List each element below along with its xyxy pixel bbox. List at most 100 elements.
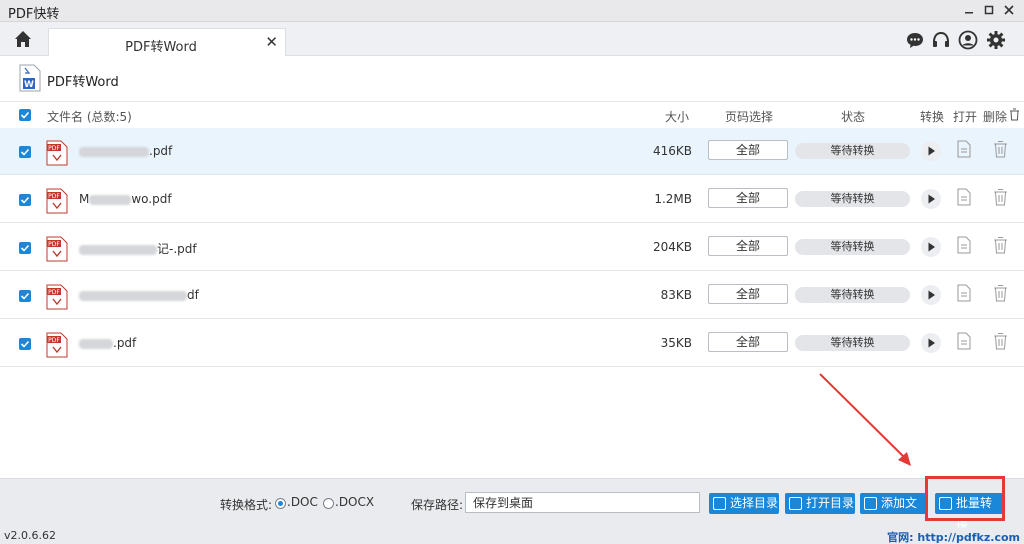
header-delete: 删除 bbox=[983, 110, 1008, 124]
chat-icon[interactable] bbox=[905, 30, 925, 50]
save-icon bbox=[713, 497, 726, 510]
select-all-checkbox[interactable] bbox=[19, 109, 31, 121]
maximize-icon[interactable] bbox=[980, 2, 998, 20]
minimize-icon[interactable] bbox=[960, 2, 978, 20]
delete-row-icon[interactable] bbox=[993, 140, 1008, 158]
open-file-icon[interactable] bbox=[957, 188, 971, 206]
svg-text:PDF: PDF bbox=[48, 241, 60, 248]
file-size: 204KB bbox=[652, 240, 692, 254]
delete-all-icon[interactable] bbox=[1009, 108, 1020, 124]
status-badge: 等待转换 bbox=[795, 287, 910, 303]
table-row[interactable]: PDF df 83KB 全部 等待转换 bbox=[0, 272, 1024, 319]
open-file-icon[interactable] bbox=[957, 236, 971, 254]
page-select-button[interactable]: 全部 bbox=[708, 284, 788, 304]
list-header: 文件名 (总数:5) 大小 页码选择 状态 转换 打开 删除 bbox=[0, 102, 1024, 128]
pdf-file-icon: PDF bbox=[46, 284, 68, 310]
pdf-file-icon: PDF bbox=[46, 140, 68, 166]
add-file-button[interactable]: 添加文件 bbox=[860, 493, 926, 514]
redacted-text bbox=[79, 146, 149, 157]
home-icon[interactable] bbox=[12, 28, 34, 50]
tab-bar: PDF转Word ✕ bbox=[0, 22, 1024, 56]
pdf-file-icon: PDF bbox=[46, 188, 68, 214]
file-name: 记-.pdf bbox=[79, 240, 197, 257]
format-doc-label[interactable]: .DOC bbox=[287, 495, 318, 509]
delete-row-icon[interactable] bbox=[993, 236, 1008, 254]
open-file-icon[interactable] bbox=[957, 332, 971, 350]
gear-icon[interactable] bbox=[986, 30, 1006, 50]
convert-play-icon[interactable] bbox=[921, 285, 941, 305]
headset-icon[interactable] bbox=[931, 30, 951, 50]
row-checkbox[interactable] bbox=[19, 146, 31, 158]
row-checkbox[interactable] bbox=[19, 290, 31, 302]
choose-dir-button[interactable]: 选择目录 bbox=[709, 493, 779, 514]
row-checkbox[interactable] bbox=[19, 242, 31, 254]
file-name: df bbox=[79, 288, 199, 302]
row-checkbox[interactable] bbox=[19, 194, 31, 206]
close-icon[interactable] bbox=[1000, 2, 1018, 20]
svg-text:PDF: PDF bbox=[48, 337, 60, 344]
open-file-icon[interactable] bbox=[957, 284, 971, 302]
page-select-button[interactable]: 全部 bbox=[708, 236, 788, 256]
redacted-text bbox=[79, 244, 157, 255]
file-size: 35KB bbox=[660, 336, 692, 350]
user-icon[interactable] bbox=[958, 30, 978, 50]
header-open: 打开 bbox=[953, 110, 978, 124]
file-size: 1.2MB bbox=[654, 192, 692, 206]
delete-row-icon[interactable] bbox=[993, 284, 1008, 302]
delete-row-icon[interactable] bbox=[993, 188, 1008, 206]
choose-dir-label: 选择目录 bbox=[730, 496, 779, 510]
page-select-button[interactable]: 全部 bbox=[708, 332, 788, 352]
convert-play-icon[interactable] bbox=[921, 141, 941, 161]
open-file-icon[interactable] bbox=[957, 140, 971, 158]
tab-pdf-to-word[interactable]: PDF转Word ✕ bbox=[48, 28, 286, 56]
status-badge: 等待转换 bbox=[795, 335, 910, 351]
save-path-input[interactable] bbox=[465, 492, 700, 513]
redacted-text bbox=[89, 194, 132, 205]
table-row[interactable]: PDF Mwo.pdf 1.2MB 全部 等待转换 bbox=[0, 176, 1024, 223]
table-row[interactable]: PDF 记-.pdf 204KB 全部 等待转换 bbox=[0, 224, 1024, 271]
open-dir-label: 打开目录 bbox=[806, 496, 855, 510]
status-badge: 等待转换 bbox=[795, 143, 910, 159]
format-docx-label[interactable]: .DOCX bbox=[335, 495, 374, 509]
file-size: 83KB bbox=[660, 288, 692, 302]
header-pages: 页码选择 bbox=[725, 110, 774, 124]
convert-play-icon[interactable] bbox=[921, 189, 941, 209]
convert-play-icon[interactable] bbox=[921, 237, 941, 257]
file-name-prefix: M bbox=[79, 192, 90, 206]
version-text: v2.0.6.62 bbox=[4, 529, 56, 542]
convert-play-icon[interactable] bbox=[921, 333, 941, 353]
svg-text:PDF: PDF bbox=[48, 145, 60, 152]
table-row[interactable]: PDF .pdf 35KB 全部 等待转换 bbox=[0, 320, 1024, 367]
file-name-suffix: df bbox=[187, 288, 199, 302]
table-row[interactable]: PDF .pdf 416KB 全部 等待转换 bbox=[0, 128, 1024, 175]
tab-label: PDF转Word bbox=[125, 40, 197, 55]
file-name: .pdf bbox=[79, 336, 136, 350]
page-header: W PDF转Word bbox=[0, 56, 1024, 102]
page-title: PDF转Word bbox=[47, 75, 119, 90]
highlight-box bbox=[925, 476, 1005, 521]
pdf-file-icon: PDF bbox=[46, 236, 68, 262]
open-dir-button[interactable]: 打开目录 bbox=[785, 493, 855, 514]
status-badge: 等待转换 bbox=[795, 191, 910, 207]
page-select-button[interactable]: 全部 bbox=[708, 140, 788, 160]
format-doc-radio[interactable] bbox=[275, 498, 286, 509]
row-checkbox[interactable] bbox=[19, 338, 31, 350]
file-name-suffix: 记-.pdf bbox=[157, 242, 197, 256]
header-status: 状态 bbox=[841, 110, 866, 124]
file-name-suffix: .pdf bbox=[113, 336, 137, 350]
header-size: 大小 bbox=[665, 110, 690, 124]
website-link[interactable]: 官网: http://pdfkz.com bbox=[887, 529, 1020, 544]
file-name-suffix: .pdf bbox=[149, 144, 173, 158]
add-file-label: 添加文件 bbox=[881, 496, 918, 510]
title-bar: PDF快转 bbox=[0, 0, 1024, 22]
svg-text:W: W bbox=[24, 80, 34, 90]
format-docx-radio[interactable] bbox=[323, 498, 334, 509]
delete-row-icon[interactable] bbox=[993, 332, 1008, 350]
status-badge: 等待转换 bbox=[795, 239, 910, 255]
format-label: 转换格式: bbox=[220, 498, 273, 512]
tab-close-icon[interactable]: ✕ bbox=[265, 33, 278, 51]
status-bar: v2.0.6.62 官网: http://pdfkz.com bbox=[0, 528, 1024, 544]
page-select-button[interactable]: 全部 bbox=[708, 188, 788, 208]
redacted-text bbox=[79, 290, 187, 301]
svg-text:PDF: PDF bbox=[48, 289, 60, 296]
